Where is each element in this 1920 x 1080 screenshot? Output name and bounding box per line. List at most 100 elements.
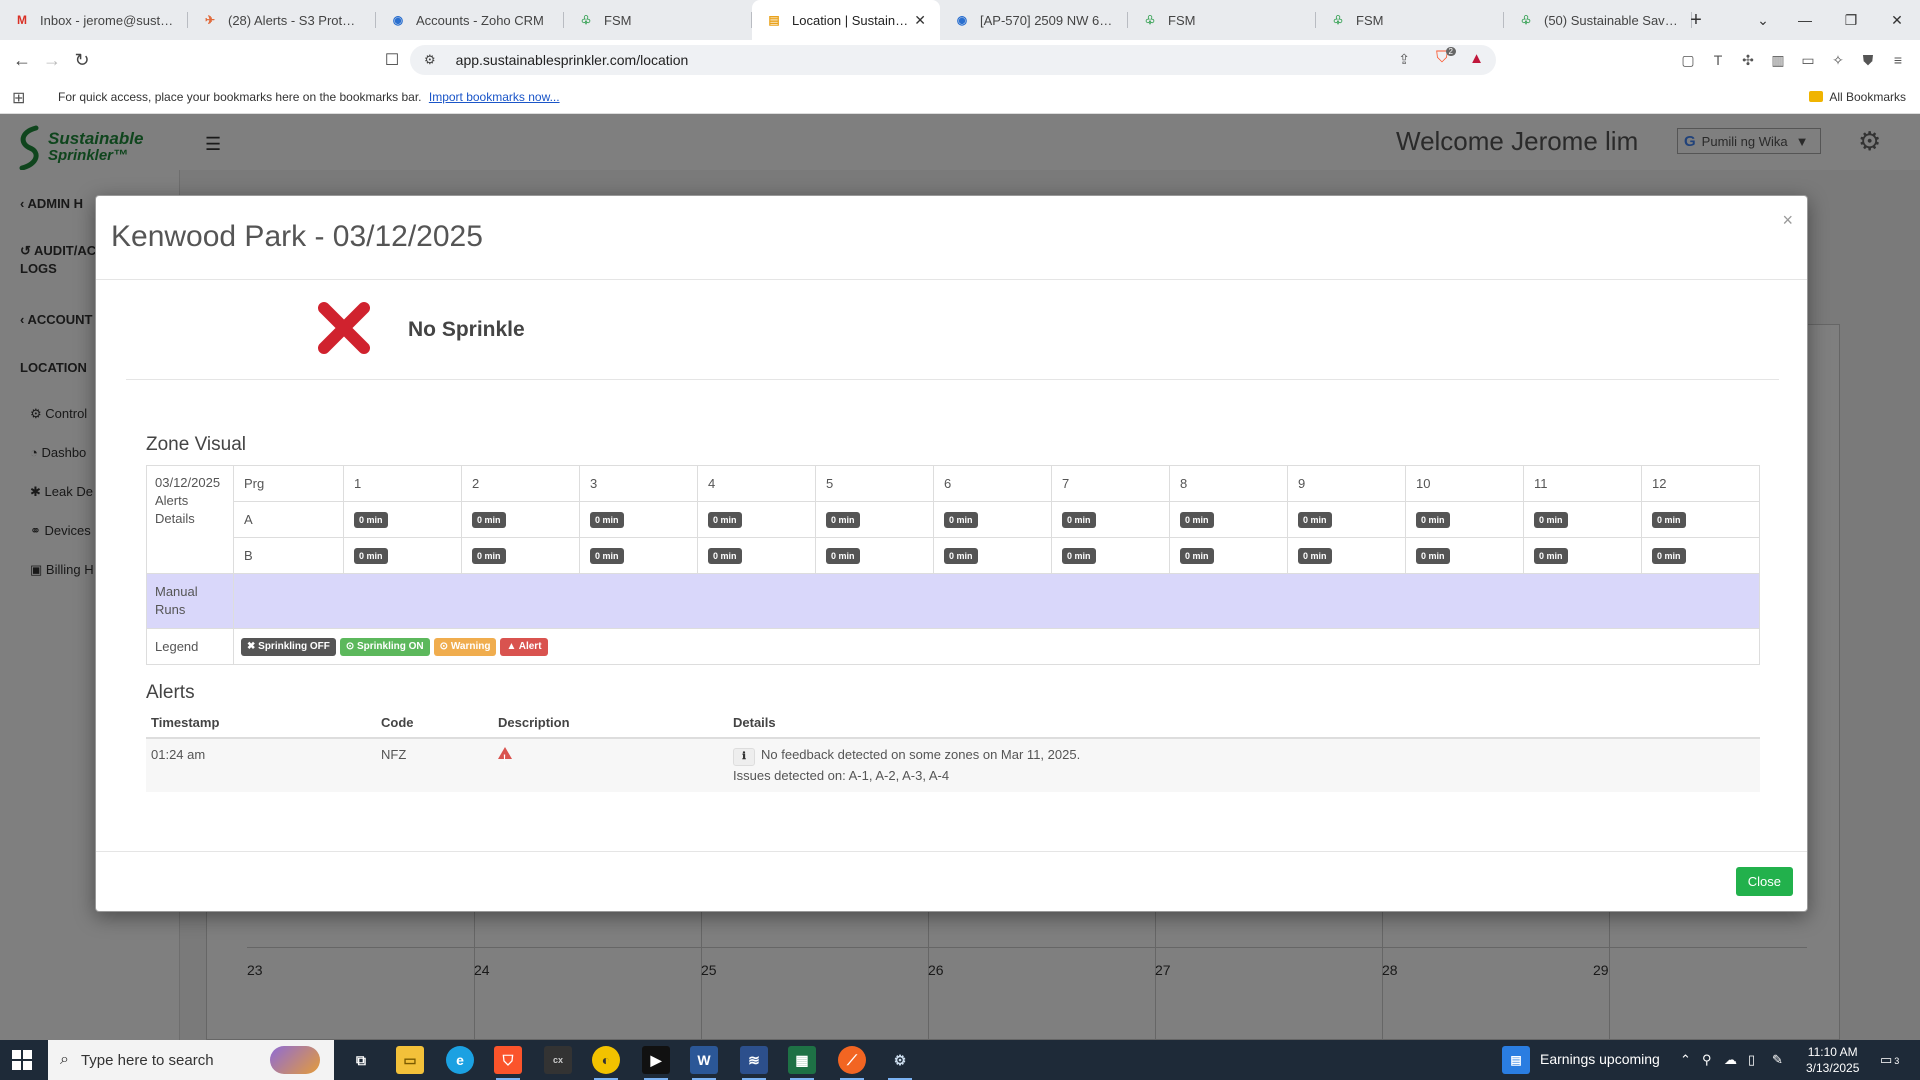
extension-icon[interactable]: ▢ bbox=[1678, 50, 1698, 70]
new-tab-button[interactable]: + bbox=[1676, 0, 1716, 40]
device-icon[interactable]: ▯ bbox=[1748, 1052, 1755, 1068]
runtime-badge[interactable]: 0 min bbox=[944, 512, 978, 528]
runtime-badge[interactable]: 0 min bbox=[1416, 548, 1450, 564]
sidebar-icon[interactable]: ▥ bbox=[1768, 50, 1788, 70]
vpn-icon[interactable]: ⛊ bbox=[1858, 50, 1878, 70]
restore-button[interactable]: ❐ bbox=[1828, 0, 1874, 40]
address-bar[interactable]: ⚙ app.sustainablesprinkler.com/location … bbox=[410, 45, 1496, 75]
app-icon-capcut[interactable]: ▶ bbox=[642, 1046, 670, 1080]
share-icon[interactable]: ⇪ bbox=[1398, 51, 1410, 68]
taskbar-search-input[interactable]: ⌕ Type here to search bbox=[48, 1040, 334, 1080]
news-icon[interactable]: ▤ bbox=[1502, 1046, 1530, 1074]
browser-tab[interactable]: M Inbox - jerome@sustainable bbox=[0, 0, 188, 40]
all-bookmarks-button[interactable]: All Bookmarks bbox=[1809, 90, 1906, 104]
file-explorer-icon[interactable]: ▭ bbox=[396, 1046, 424, 1074]
back-icon[interactable]: ← bbox=[10, 48, 34, 72]
runtime-badge[interactable]: 0 min bbox=[944, 548, 978, 564]
brave-icon[interactable]: ⛉ bbox=[494, 1046, 522, 1080]
notification-icon[interactable]: ▭ 3 bbox=[1880, 1052, 1899, 1068]
browser-tab[interactable]: ▤ Location | Sustainable ✕ bbox=[752, 0, 940, 40]
settings-app-icon[interactable]: ⚙ bbox=[886, 1046, 914, 1080]
pen-icon[interactable]: ✎ bbox=[1772, 1052, 1783, 1068]
bookmark-icon[interactable]: ☐ bbox=[380, 48, 404, 72]
leo-icon[interactable]: ✧ bbox=[1828, 50, 1848, 70]
runtime-badge[interactable]: 0 min bbox=[1062, 548, 1096, 564]
close-icon[interactable]: × bbox=[1782, 210, 1793, 231]
browser-tab[interactable]: ◉ [AP-570] 2509 NW 64th B bbox=[940, 0, 1128, 40]
runtime-badge[interactable]: 0 min bbox=[354, 548, 388, 564]
rainbow-icon: ▤ bbox=[768, 13, 780, 27]
runtime-badge[interactable]: 0 min bbox=[1062, 512, 1096, 528]
folder-icon bbox=[1809, 91, 1824, 102]
runtime-badge[interactable]: 0 min bbox=[472, 548, 506, 564]
browser-tab[interactable]: ✈ (28) Alerts - S3 Protal - Ta bbox=[188, 0, 376, 40]
runtime-badge[interactable]: 0 min bbox=[1180, 512, 1214, 528]
browser-tab[interactable]: ◉ Accounts - Zoho CRM bbox=[376, 0, 564, 40]
task-view-icon[interactable]: ⧉ bbox=[347, 1046, 375, 1074]
system-clock[interactable]: 11:10 AM 3/13/2025 bbox=[1806, 1044, 1859, 1076]
site-info-icon[interactable]: ⚙ bbox=[424, 52, 436, 68]
details-link[interactable]: Details bbox=[155, 510, 225, 528]
runtime-badge[interactable]: 0 min bbox=[1298, 512, 1332, 528]
zone-runtime-cell: 0 min bbox=[579, 537, 698, 574]
tab-search-icon[interactable]: ⌄ bbox=[1740, 0, 1786, 40]
runtime-badge[interactable]: 0 min bbox=[354, 512, 388, 528]
runtime-badge[interactable]: 0 min bbox=[1298, 548, 1332, 564]
zone-runtime-cell: 0 min bbox=[1287, 537, 1406, 574]
eye-icon: ◉ bbox=[392, 13, 404, 27]
brave-rewards-icon[interactable]: ▲ bbox=[1469, 50, 1484, 67]
close-tab-icon[interactable]: ✕ bbox=[914, 12, 926, 29]
legend-items: ✖ Sprinkling OFF ⊙ Sprinkling ON ⊙ Warning… bbox=[233, 628, 1760, 665]
runtime-badge[interactable]: 0 min bbox=[1534, 512, 1568, 528]
zone-runtime-cell: 0 min bbox=[697, 501, 816, 538]
browser-tab[interactable]: ♧ FSM bbox=[1128, 0, 1316, 40]
info-icon[interactable]: ℹ bbox=[733, 748, 755, 766]
runtime-badge[interactable]: 0 min bbox=[590, 548, 624, 564]
alert-triangle-icon bbox=[498, 747, 512, 768]
network-icon[interactable]: ⚲ bbox=[1702, 1052, 1712, 1068]
show-hidden-icons[interactable]: ⌃ bbox=[1680, 1052, 1691, 1068]
runtime-badge[interactable]: 0 min bbox=[1652, 512, 1686, 528]
runtime-badge[interactable]: 0 min bbox=[826, 548, 860, 564]
word-icon[interactable]: W bbox=[690, 1046, 718, 1080]
alerts-link[interactable]: Alerts bbox=[155, 492, 225, 510]
cloud-icon[interactable]: ☁ bbox=[1724, 1052, 1737, 1068]
runtime-badge[interactable]: 0 min bbox=[1416, 512, 1450, 528]
browser-tab[interactable]: ♧ (50) Sustainable Savings, ( bbox=[1504, 0, 1692, 40]
app-icon-green[interactable]: ▦ bbox=[788, 1046, 816, 1080]
close-window-button[interactable]: ✕ bbox=[1874, 0, 1920, 40]
legend-warning: ⊙ Warning bbox=[433, 638, 497, 656]
runtime-badge[interactable]: 0 min bbox=[1180, 548, 1214, 564]
app-icon-yellow[interactable]: ◐ bbox=[592, 1046, 620, 1080]
runtime-badge[interactable]: 0 min bbox=[1652, 548, 1686, 564]
runtime-badge[interactable]: 0 min bbox=[1534, 548, 1568, 564]
news-widget-text[interactable]: Earnings upcoming bbox=[1540, 1051, 1660, 1067]
zone-runtime-cell: 0 min bbox=[1287, 501, 1406, 538]
app-icon-cx[interactable]: cx bbox=[544, 1046, 572, 1074]
clock-date: 3/13/2025 bbox=[1806, 1061, 1860, 1075]
runtime-badge[interactable]: 0 min bbox=[472, 512, 506, 528]
forward-icon[interactable]: → bbox=[40, 48, 64, 72]
apps-grid-icon[interactable]: ⊞ bbox=[12, 88, 25, 108]
app-icon-blue[interactable]: ≋ bbox=[740, 1046, 768, 1080]
import-bookmarks-link[interactable]: Import bookmarks now... bbox=[429, 90, 560, 104]
runtime-badge[interactable]: 0 min bbox=[708, 548, 742, 564]
app-icon-orange[interactable]: ⟋ bbox=[838, 1046, 866, 1080]
browser-tab[interactable]: ♧ FSM bbox=[564, 0, 752, 40]
edge-icon[interactable]: e bbox=[446, 1046, 474, 1074]
reader-icon[interactable]: T bbox=[1708, 50, 1728, 70]
menu-icon[interactable]: ≡ bbox=[1888, 50, 1908, 70]
wallet-icon[interactable]: ▭ bbox=[1798, 50, 1818, 70]
manual-runs-content bbox=[233, 573, 1760, 629]
browser-tab[interactable]: ♧ FSM bbox=[1316, 0, 1504, 40]
runtime-badge[interactable]: 0 min bbox=[708, 512, 742, 528]
reload-icon[interactable]: ↻ bbox=[70, 48, 94, 72]
zone-date: 03/12/2025 bbox=[155, 475, 221, 490]
close-button[interactable]: Close bbox=[1735, 867, 1793, 896]
notification-count: 3 bbox=[1894, 1056, 1900, 1066]
runtime-badge[interactable]: 0 min bbox=[590, 512, 624, 528]
minimize-button[interactable]: — bbox=[1782, 0, 1828, 40]
puzzle-icon[interactable]: ✣ bbox=[1738, 50, 1758, 70]
runtime-badge[interactable]: 0 min bbox=[826, 512, 860, 528]
windows-start-icon[interactable] bbox=[12, 1050, 32, 1070]
